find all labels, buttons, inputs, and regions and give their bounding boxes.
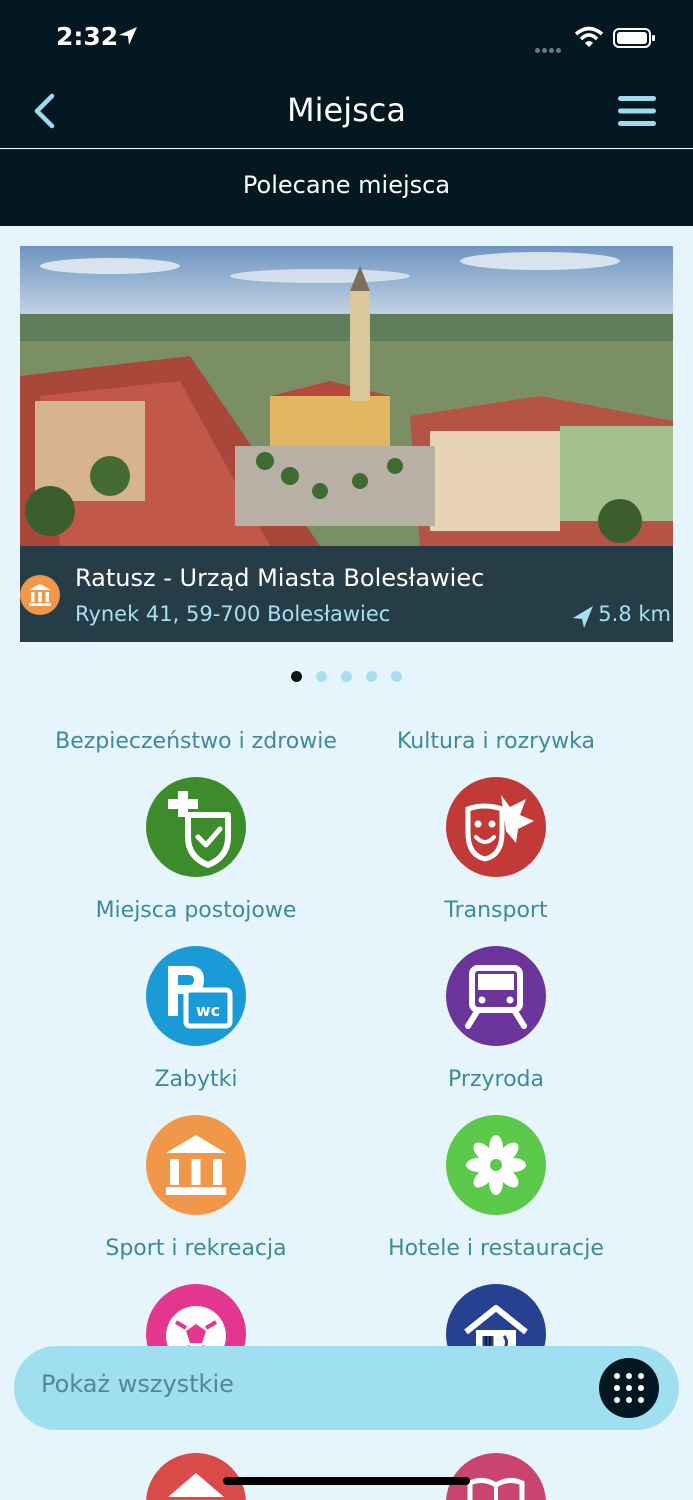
flower-icon[interactable]: [446, 1115, 546, 1215]
health-shield-icon[interactable]: [146, 777, 246, 877]
category-label: Sport i rekreacja: [105, 1236, 287, 1261]
status-time: 2:32: [56, 22, 119, 51]
page-dot[interactable]: [341, 671, 352, 682]
cellular-signal-icon: [535, 38, 569, 53]
wifi-icon: [574, 26, 604, 47]
svg-text:wc: wc: [196, 1001, 220, 1020]
featured-photo[interactable]: [20, 246, 673, 546]
navigation-arrow-icon: [573, 606, 593, 628]
show-all-label: Pokaż wszystkie: [41, 1370, 234, 1398]
page-indicator[interactable]: [0, 667, 693, 686]
museum-icon: [20, 575, 60, 615]
theater-mask-icon[interactable]: [446, 777, 546, 877]
show-all-bar[interactable]: Pokaż wszystkie: [14, 1346, 679, 1430]
page-dot[interactable]: [391, 671, 402, 682]
museum-icon[interactable]: [146, 1115, 246, 1215]
train-icon[interactable]: [446, 946, 546, 1046]
category-culture[interactable]: Kultura i rozrywka: [346, 727, 646, 877]
category-label: Hotele i restauracje: [388, 1236, 604, 1261]
location-arrow-icon: [119, 27, 137, 45]
featured-place-address: Rynek 41, 59-700 Bolesławiec: [75, 602, 391, 626]
battery-icon: [613, 28, 655, 48]
section-header: Polecane miejsca: [0, 149, 693, 226]
category-health[interactable]: Bezpieczeństwo i zdrowie: [46, 727, 346, 877]
category-label: Miejsca postojowe: [95, 898, 297, 923]
hamburger-menu-icon[interactable]: [616, 93, 658, 129]
category-label: Bezpieczeństwo i zdrowie: [55, 729, 337, 754]
category-transport[interactable]: Transport: [346, 896, 646, 1046]
category-label: Transport: [444, 898, 548, 923]
category-nature[interactable]: Przyroda: [346, 1065, 646, 1215]
page-dot[interactable]: [366, 671, 377, 682]
category-parking[interactable]: Miejsca postojowe wc: [46, 896, 346, 1046]
featured-info-bar[interactable]: Ratusz - Urząd Miasta Bolesławiec Rynek …: [20, 546, 673, 642]
page-dot[interactable]: [291, 671, 302, 682]
category-monuments[interactable]: Zabytki: [46, 1065, 346, 1215]
page-title: Miejsca: [287, 91, 406, 129]
featured-place-name: Ratusz - Urząd Miasta Bolesławiec: [75, 564, 485, 592]
status-bar: 2:32: [0, 0, 693, 75]
category-label: Kultura i rozrywka: [396, 729, 596, 754]
nav-bar: Miejsca: [0, 75, 693, 148]
category-label: Zabytki: [154, 1067, 238, 1092]
parking-wc-icon[interactable]: wc: [146, 946, 246, 1046]
category-label: Przyroda: [448, 1067, 544, 1092]
grid-icon[interactable]: [599, 1358, 659, 1418]
page-dot[interactable]: [316, 671, 327, 682]
home-indicator[interactable]: [223, 1477, 470, 1485]
featured-place-distance: 5.8 km: [598, 602, 671, 626]
featured-slider[interactable]: Ratusz - Urząd Miasta Bolesławiec Rynek …: [20, 246, 673, 642]
